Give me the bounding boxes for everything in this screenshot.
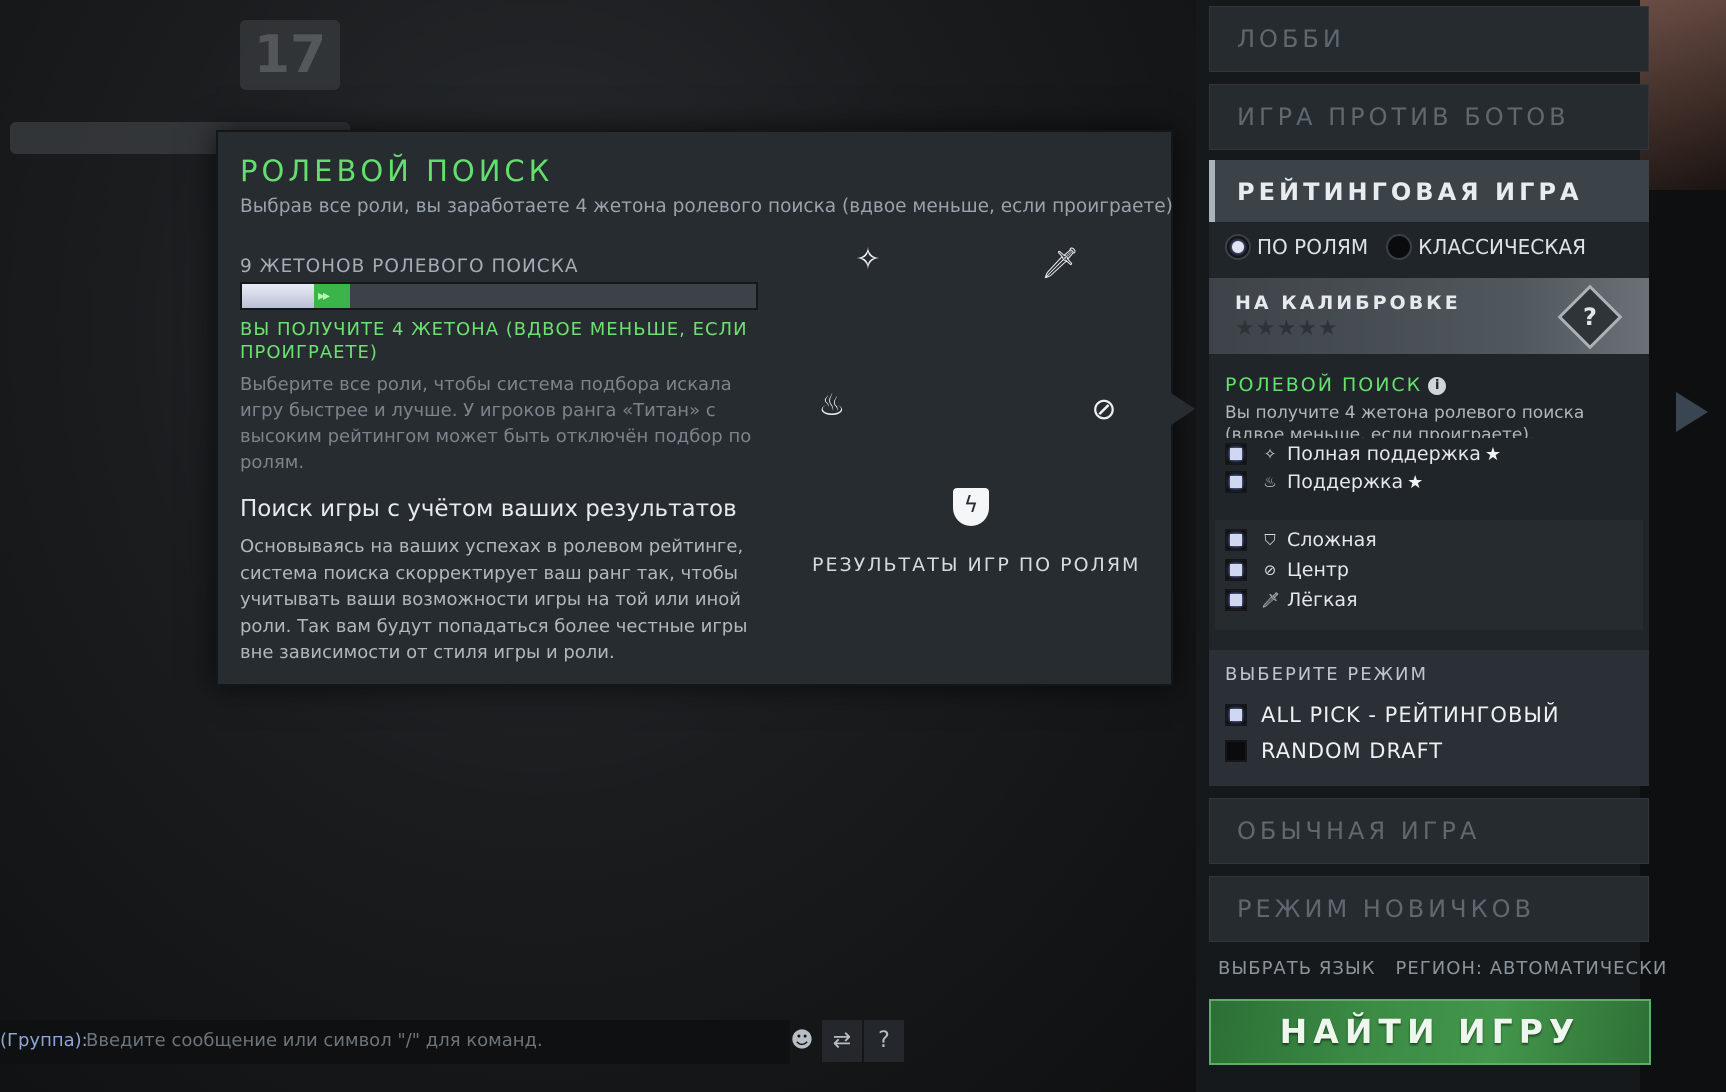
bots-button[interactable]: ИГРА ПРОТИВ БОТОВ: [1209, 84, 1649, 150]
role-name: Лёгкая: [1287, 589, 1358, 611]
role-checkbox[interactable]: [1225, 443, 1247, 465]
progress-fill: [242, 284, 314, 308]
chat-input[interactable]: Введите сообщение или символ "/" для ком…: [86, 1030, 543, 1051]
level-badge: 17: [240, 20, 340, 90]
full-support-icon: ✧: [855, 242, 881, 277]
tooltip-pointer: [1171, 393, 1195, 425]
mid-icon: ⊘: [1091, 392, 1117, 427]
mode-checkbox[interactable]: [1225, 740, 1247, 762]
support-icon: ♨: [818, 388, 846, 423]
hint-text: Выберите все роли, чтобы система подбора…: [240, 374, 752, 473]
hero-art: [1640, 0, 1726, 190]
offlane-shield-icon: ϟ: [953, 488, 989, 526]
full-support-icon: ✧: [1263, 445, 1277, 463]
ranked-type-radios: ПО РОЛЯМ КЛАССИЧЕСКАЯ: [1225, 230, 1604, 264]
results-heading: Поиск игры с учётом ваших результатов: [240, 496, 737, 522]
radio-roles[interactable]: [1225, 234, 1251, 260]
gain-text: ВЫ ПОЛУЧИТЕ 4 ЖЕТОНА (ВДВОЕ МЕНЬШЕ, ЕСЛИ…: [240, 319, 748, 363]
star-icon: ★: [1407, 471, 1424, 493]
mode-random-draft[interactable]: RANDOM DRAFT: [1225, 736, 1443, 766]
find-game-button[interactable]: НАЙТИ ИГРУ: [1209, 999, 1651, 1065]
role-item-carry[interactable]: 🗡 Лёгкая: [1225, 586, 1358, 614]
role-item-offlane[interactable]: ⛉ Сложная: [1225, 526, 1377, 554]
radio-roles-label[interactable]: ПО РОЛЯМ: [1257, 235, 1368, 259]
region-link[interactable]: РЕГИОН: АВТОМАТИЧЕСКИ: [1396, 958, 1668, 979]
mode-checkbox[interactable]: [1225, 704, 1247, 726]
rank-badge-icon: ?: [1557, 284, 1623, 350]
chat-channel-label: (Группа):: [0, 1030, 88, 1051]
support-icon: ♨: [1263, 473, 1277, 491]
role-search-tooltip: РОЛЕВОЙ ПОИСК Выбрав все роли, вы зарабо…: [216, 130, 1173, 686]
newbie-mode-button[interactable]: РЕЖИМ НОВИЧКОВ: [1209, 876, 1649, 942]
role-item-mid[interactable]: ⊘ Центр: [1225, 556, 1349, 584]
star-icon: ★: [1484, 443, 1502, 465]
lobby-button[interactable]: ЛОББИ: [1209, 6, 1649, 72]
role-name: Поддержка: [1287, 471, 1404, 493]
tokens-progress-bar: ▸▸: [240, 282, 758, 310]
progress-gain: ▸▸: [313, 284, 350, 308]
tooltip-subtitle: Выбрав все роли, вы заработаете 4 жетона…: [240, 196, 1173, 217]
role-item-support[interactable]: ♨ Поддержка ★: [1225, 468, 1423, 496]
help-button[interactable]: ?: [864, 1020, 904, 1062]
role-checkbox[interactable]: [1225, 471, 1247, 493]
role-name: Центр: [1287, 559, 1349, 581]
ranked-title[interactable]: РЕЙТИНГОВАЯ ИГРА: [1209, 160, 1649, 222]
mode-select-title: ВЫБЕРИТЕ РЕЖИМ: [1225, 664, 1428, 685]
role-item-full-support[interactable]: ✧ Полная поддержка ★: [1225, 440, 1501, 468]
calibration-label: НА КАЛИБРОВКЕ: [1235, 292, 1461, 314]
calibration-banner: НА КАЛИБРОВКЕ ★★★★★ ?: [1209, 278, 1649, 354]
support-roles-group: ✧ Полная поддержка ★ ♨ Поддержка ★: [1215, 438, 1643, 508]
mode-name: ALL PICK - РЕЙТИНГОВЫЙ: [1261, 703, 1560, 727]
next-arrow-icon[interactable]: [1676, 392, 1708, 432]
calibration-stars: ★★★★★: [1235, 316, 1339, 341]
normal-game-button[interactable]: ОБЫЧНАЯ ИГРА: [1209, 798, 1649, 864]
mid-icon: ⊘: [1263, 561, 1277, 579]
footer-links: ВЫБРАТЬ ЯЗЫК РЕГИОН: АВТОМАТИЧЕСКИ: [1218, 958, 1667, 979]
role-search-title: РОЛЕВОЙ ПОИСК i: [1225, 374, 1447, 396]
tokens-label: 9 ЖЕТОНОВ РОЛЕВОГО ПОИСКА: [240, 256, 579, 277]
ranked-section: РЕЙТИНГОВАЯ ИГРА ПО РОЛЯМ КЛАССИЧЕСКАЯ Н…: [1209, 160, 1649, 786]
screenshot-icon[interactable]: ⇄: [822, 1020, 862, 1062]
role-search-block: РОЛЕВОЙ ПОИСК i Вы получите 4 жетона роле…: [1209, 362, 1649, 690]
mode-all-pick[interactable]: ALL PICK - РЕЙТИНГОВЫЙ: [1225, 700, 1560, 730]
language-link[interactable]: ВЫБРАТЬ ЯЗЫК: [1218, 958, 1376, 979]
chat-bar: (Группа): Введите сообщение или символ "…: [0, 1020, 790, 1064]
game-mode-select: ВЫБЕРИТЕ РЕЖИМ ALL PICK - РЕЙТИНГОВЫЙ RA…: [1209, 650, 1649, 786]
tooltip-title: РОЛЕВОЙ ПОИСК: [240, 154, 554, 188]
emoji-icon[interactable]: ☻: [782, 1020, 822, 1062]
role-name: Полная поддержка: [1287, 443, 1481, 465]
results-text: Основываясь на ваших успехах в ролевом р…: [240, 536, 748, 663]
role-checkbox[interactable]: [1225, 589, 1247, 611]
carry-sword-icon: 🗡: [1040, 246, 1080, 281]
role-checkbox[interactable]: [1225, 529, 1247, 551]
role-results-label: РЕЗУЛЬТАТЫ ИГР ПО РОЛЯМ: [812, 554, 1141, 576]
shield-icon: ⛉: [1264, 531, 1276, 549]
info-icon[interactable]: i: [1428, 377, 1447, 395]
mode-name: RANDOM DRAFT: [1261, 739, 1444, 763]
sword-icon: 🗡: [1261, 591, 1281, 609]
core-roles-group: ⛉ Сложная ⊘ Центр 🗡 Лёгкая: [1215, 520, 1643, 630]
role-checkbox[interactable]: [1225, 559, 1247, 581]
role-name: Сложная: [1287, 529, 1377, 551]
radio-classic-label[interactable]: КЛАССИЧЕСКАЯ: [1418, 235, 1586, 259]
radio-classic[interactable]: [1386, 234, 1413, 260]
